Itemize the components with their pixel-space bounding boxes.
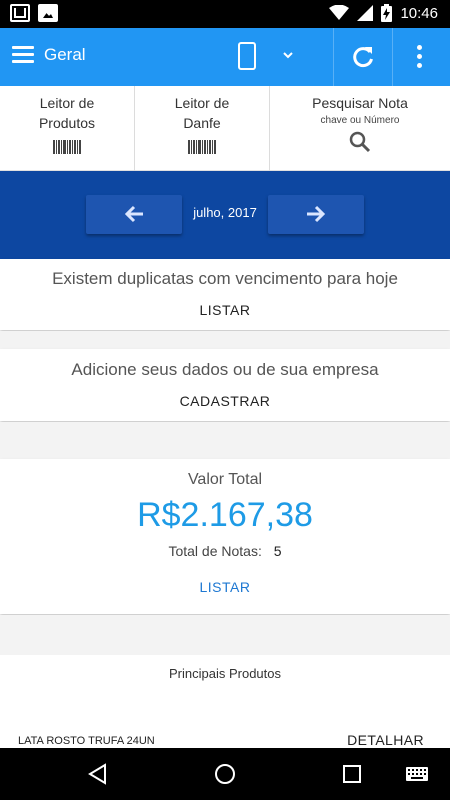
phone-icon[interactable] [238, 42, 256, 70]
duplicates-message: Existem duplicatas com vencimento para h… [52, 269, 398, 288]
notes-count-value: 5 [273, 543, 282, 559]
register-button[interactable]: CADASTRAR [0, 393, 450, 409]
shortcut-label-line2: Produtos [38, 115, 96, 131]
app-bar-divider [333, 28, 334, 86]
search-note-shortcut[interactable]: Pesquisar Nota chave ou Número [270, 86, 450, 171]
list-notes-button[interactable]: LISTAR [0, 579, 450, 595]
product-name: LATA ROSTO TRUFA 24UN [18, 735, 155, 747]
home-icon[interactable] [213, 762, 237, 786]
image-icon [38, 4, 58, 22]
search-icon [349, 131, 371, 153]
shortcut-sublabel: chave ou Número [320, 115, 400, 126]
product-reader-shortcut[interactable]: Leitor de Produtos [0, 86, 135, 171]
month-navigator: julho, 2017 [0, 171, 450, 259]
notes-count-row: Total de Notas: 5 [0, 543, 450, 559]
more-vert-icon[interactable] [416, 45, 422, 69]
arrow-right-icon [307, 205, 326, 223]
signal-icon [357, 5, 374, 21]
section-gap [0, 422, 450, 459]
total-label: Valor Total [187, 471, 263, 488]
register-card: Adicione seus dados ou de sua empresa CA… [0, 349, 450, 421]
month-label: julho, 2017 [193, 205, 257, 220]
previous-month-button[interactable] [86, 195, 182, 234]
status-time: 10:46 [400, 4, 438, 22]
duplicates-card: Existem duplicatas com vencimento para h… [0, 259, 450, 330]
products-title: Principais Produtos [169, 666, 281, 681]
barcode-icon [188, 140, 216, 154]
shortcut-label: Pesquisar Nota [312, 95, 408, 111]
notes-count-label: Total de Notas: [168, 543, 262, 559]
danfe-reader-shortcut[interactable]: Leitor de Danfe [135, 86, 270, 171]
total-card: Valor Total R$2.167,38 Total de Notas: 5… [0, 459, 450, 614]
gmail-icon [10, 4, 30, 22]
back-icon[interactable] [86, 762, 110, 786]
app-bar: Geral [0, 28, 450, 86]
list-duplicates-button[interactable]: LISTAR [0, 302, 450, 318]
section-gap [0, 331, 450, 349]
next-month-button[interactable] [268, 195, 364, 234]
status-bar: 10:46 [0, 0, 450, 28]
menu-icon[interactable] [12, 46, 34, 64]
shortcuts-row: Leitor de Produtos Leitor de Danfe Pesqu… [0, 86, 450, 171]
shortcut-label-line1: Leitor de [39, 95, 95, 111]
wifi-icon [329, 5, 350, 20]
chevron-down-icon[interactable] [282, 49, 294, 61]
recents-icon[interactable] [340, 762, 364, 786]
app-title: Geral [44, 45, 86, 64]
total-value: R$2.167,38 [137, 496, 313, 534]
keyboard-icon[interactable] [405, 762, 429, 786]
navigation-bar [0, 748, 450, 800]
shortcut-label-line2: Danfe [183, 115, 221, 131]
shortcut-label-line1: Leitor de [174, 95, 230, 111]
refresh-icon[interactable] [350, 44, 376, 70]
app-bar-divider [392, 28, 393, 86]
register-message: Adicione seus dados ou de sua empresa [71, 360, 379, 379]
section-gap [0, 615, 450, 655]
details-button[interactable]: DETALHAR [347, 732, 424, 748]
barcode-icon [53, 140, 81, 154]
battery-charging-icon [381, 4, 393, 22]
arrow-left-icon [124, 205, 143, 223]
products-card: Principais Produtos LATA ROSTO TRUFA 24U… [0, 655, 450, 748]
